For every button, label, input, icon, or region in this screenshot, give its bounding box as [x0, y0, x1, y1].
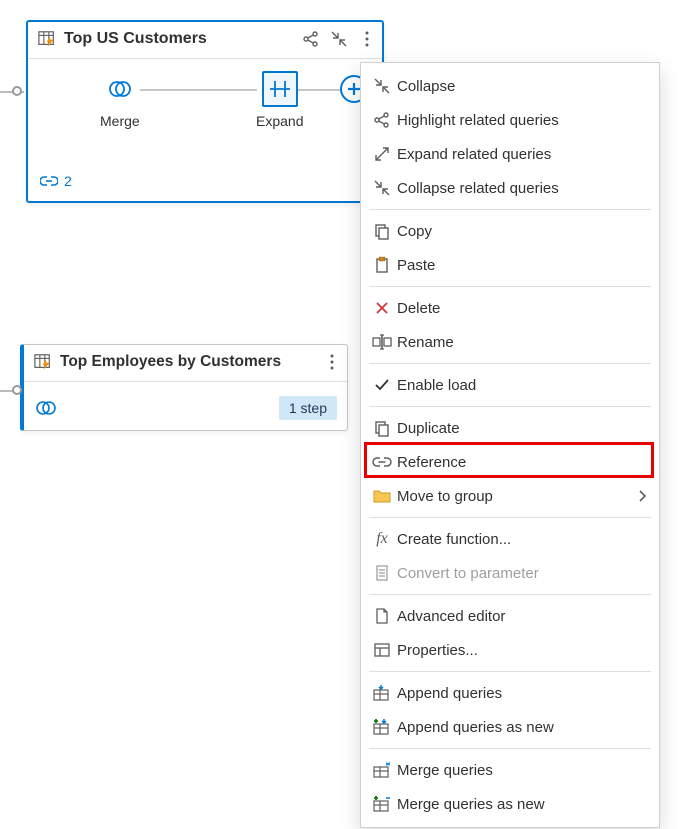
menu-label: Copy — [397, 223, 647, 240]
query-card-top-us-customers[interactable]: Top US Customers — [26, 20, 384, 203]
more-options-icon[interactable] — [323, 353, 341, 371]
expand-icon — [371, 143, 393, 165]
menu-label: Delete — [397, 300, 647, 317]
card-divider — [28, 58, 382, 59]
menu-move-to-group[interactable]: Move to group — [361, 479, 659, 513]
menu-delete[interactable]: Delete — [361, 291, 659, 325]
menu-separator — [369, 671, 651, 672]
menu-label: Properties... — [397, 642, 647, 659]
check-icon — [371, 374, 393, 396]
step-label: Merge — [100, 113, 140, 129]
menu-separator — [369, 594, 651, 595]
append-new-icon — [371, 716, 393, 738]
connector-dot-top — [12, 86, 22, 96]
menu-label: Expand related queries — [397, 146, 647, 163]
delete-icon — [371, 297, 393, 319]
query-card-title: Top Employees by Customers — [60, 353, 315, 371]
menu-separator — [369, 406, 651, 407]
step-count-badge: 1 step — [279, 396, 337, 420]
menu-properties[interactable]: Properties... — [361, 633, 659, 667]
steps-row: Merge Expand — [40, 71, 370, 171]
collapse-icon — [371, 177, 393, 199]
menu-label: Rename — [397, 334, 647, 351]
menu-convert-to-parameter: Convert to parameter — [361, 556, 659, 590]
menu-separator — [369, 748, 651, 749]
step-expand[interactable]: Expand — [256, 71, 303, 129]
collapse-icon — [371, 75, 393, 97]
reference-icon — [371, 451, 393, 473]
menu-separator — [369, 209, 651, 210]
menu-label: Merge queries as new — [397, 796, 647, 813]
paste-icon — [371, 254, 393, 276]
more-options-icon[interactable] — [358, 30, 376, 48]
menu-label: Advanced editor — [397, 608, 647, 625]
advanced-editor-icon — [371, 605, 393, 627]
folder-icon — [371, 485, 393, 507]
menu-label: Append queries — [397, 685, 647, 702]
step-merge[interactable]: Merge — [100, 71, 140, 129]
menu-label: Collapse — [397, 78, 647, 95]
query-card-header: Top Employees by Customers — [24, 345, 347, 375]
menu-paste[interactable]: Paste — [361, 248, 659, 282]
menu-enable-load[interactable]: Enable load — [361, 368, 659, 402]
menu-label: Highlight related queries — [397, 112, 647, 129]
share-icon — [371, 109, 393, 131]
properties-icon — [371, 639, 393, 661]
step-label: Expand — [256, 113, 303, 129]
menu-append-queries-as-new[interactable]: Append queries as new — [361, 710, 659, 744]
query-card-title: Top US Customers — [64, 30, 294, 48]
query-card-header: Top US Customers — [28, 22, 382, 52]
reference-count[interactable]: 2 — [40, 173, 72, 189]
duplicate-icon — [371, 417, 393, 439]
menu-append-queries[interactable]: Append queries — [361, 676, 659, 710]
query-table-icon — [38, 30, 56, 48]
menu-advanced-editor[interactable]: Advanced editor — [361, 599, 659, 633]
query-card-top-employees[interactable]: Top Employees by Customers 1 step — [20, 344, 348, 431]
menu-collapse-related[interactable]: Collapse related queries — [361, 171, 659, 205]
menu-copy[interactable]: Copy — [361, 214, 659, 248]
menu-merge-queries[interactable]: Merge queries — [361, 753, 659, 787]
menu-label: Duplicate — [397, 420, 647, 437]
parameter-icon — [371, 562, 393, 584]
context-menu: Collapse Highlight related queries Expan… — [360, 62, 660, 828]
merge-queries-icon — [371, 759, 393, 781]
rename-icon — [371, 331, 393, 353]
menu-label: Convert to parameter — [397, 565, 647, 582]
merge-icon — [34, 398, 279, 418]
menu-merge-queries-as-new[interactable]: Merge queries as new — [361, 787, 659, 821]
menu-label: Append queries as new — [397, 719, 647, 736]
copy-icon — [371, 220, 393, 242]
reference-count-value: 2 — [64, 173, 72, 189]
menu-create-function[interactable]: fx Create function... — [361, 522, 659, 556]
menu-label: Merge queries — [397, 762, 647, 779]
menu-separator — [369, 363, 651, 364]
menu-separator — [369, 286, 651, 287]
merge-queries-new-icon — [371, 793, 393, 815]
menu-label: Reference — [397, 454, 647, 471]
menu-label: Collapse related queries — [397, 180, 647, 197]
menu-expand-related[interactable]: Expand related queries — [361, 137, 659, 171]
share-icon[interactable] — [302, 30, 320, 48]
connector-dot-bottom — [12, 385, 22, 395]
menu-separator — [369, 517, 651, 518]
step-connector-line — [140, 89, 257, 91]
menu-rename[interactable]: Rename — [361, 325, 659, 359]
menu-label: Create function... — [397, 531, 647, 548]
append-icon — [371, 682, 393, 704]
menu-label: Enable load — [397, 377, 647, 394]
menu-label: Move to group — [397, 488, 633, 505]
chevron-right-icon — [637, 489, 647, 503]
collapse-arrows-icon[interactable] — [330, 30, 348, 48]
menu-highlight-related[interactable]: Highlight related queries — [361, 103, 659, 137]
menu-reference[interactable]: Reference — [361, 445, 659, 479]
function-icon: fx — [371, 528, 393, 550]
menu-collapse[interactable]: Collapse — [361, 69, 659, 103]
menu-duplicate[interactable]: Duplicate — [361, 411, 659, 445]
menu-label: Paste — [397, 257, 647, 274]
query-table-icon — [34, 353, 52, 371]
card-divider — [24, 381, 347, 382]
